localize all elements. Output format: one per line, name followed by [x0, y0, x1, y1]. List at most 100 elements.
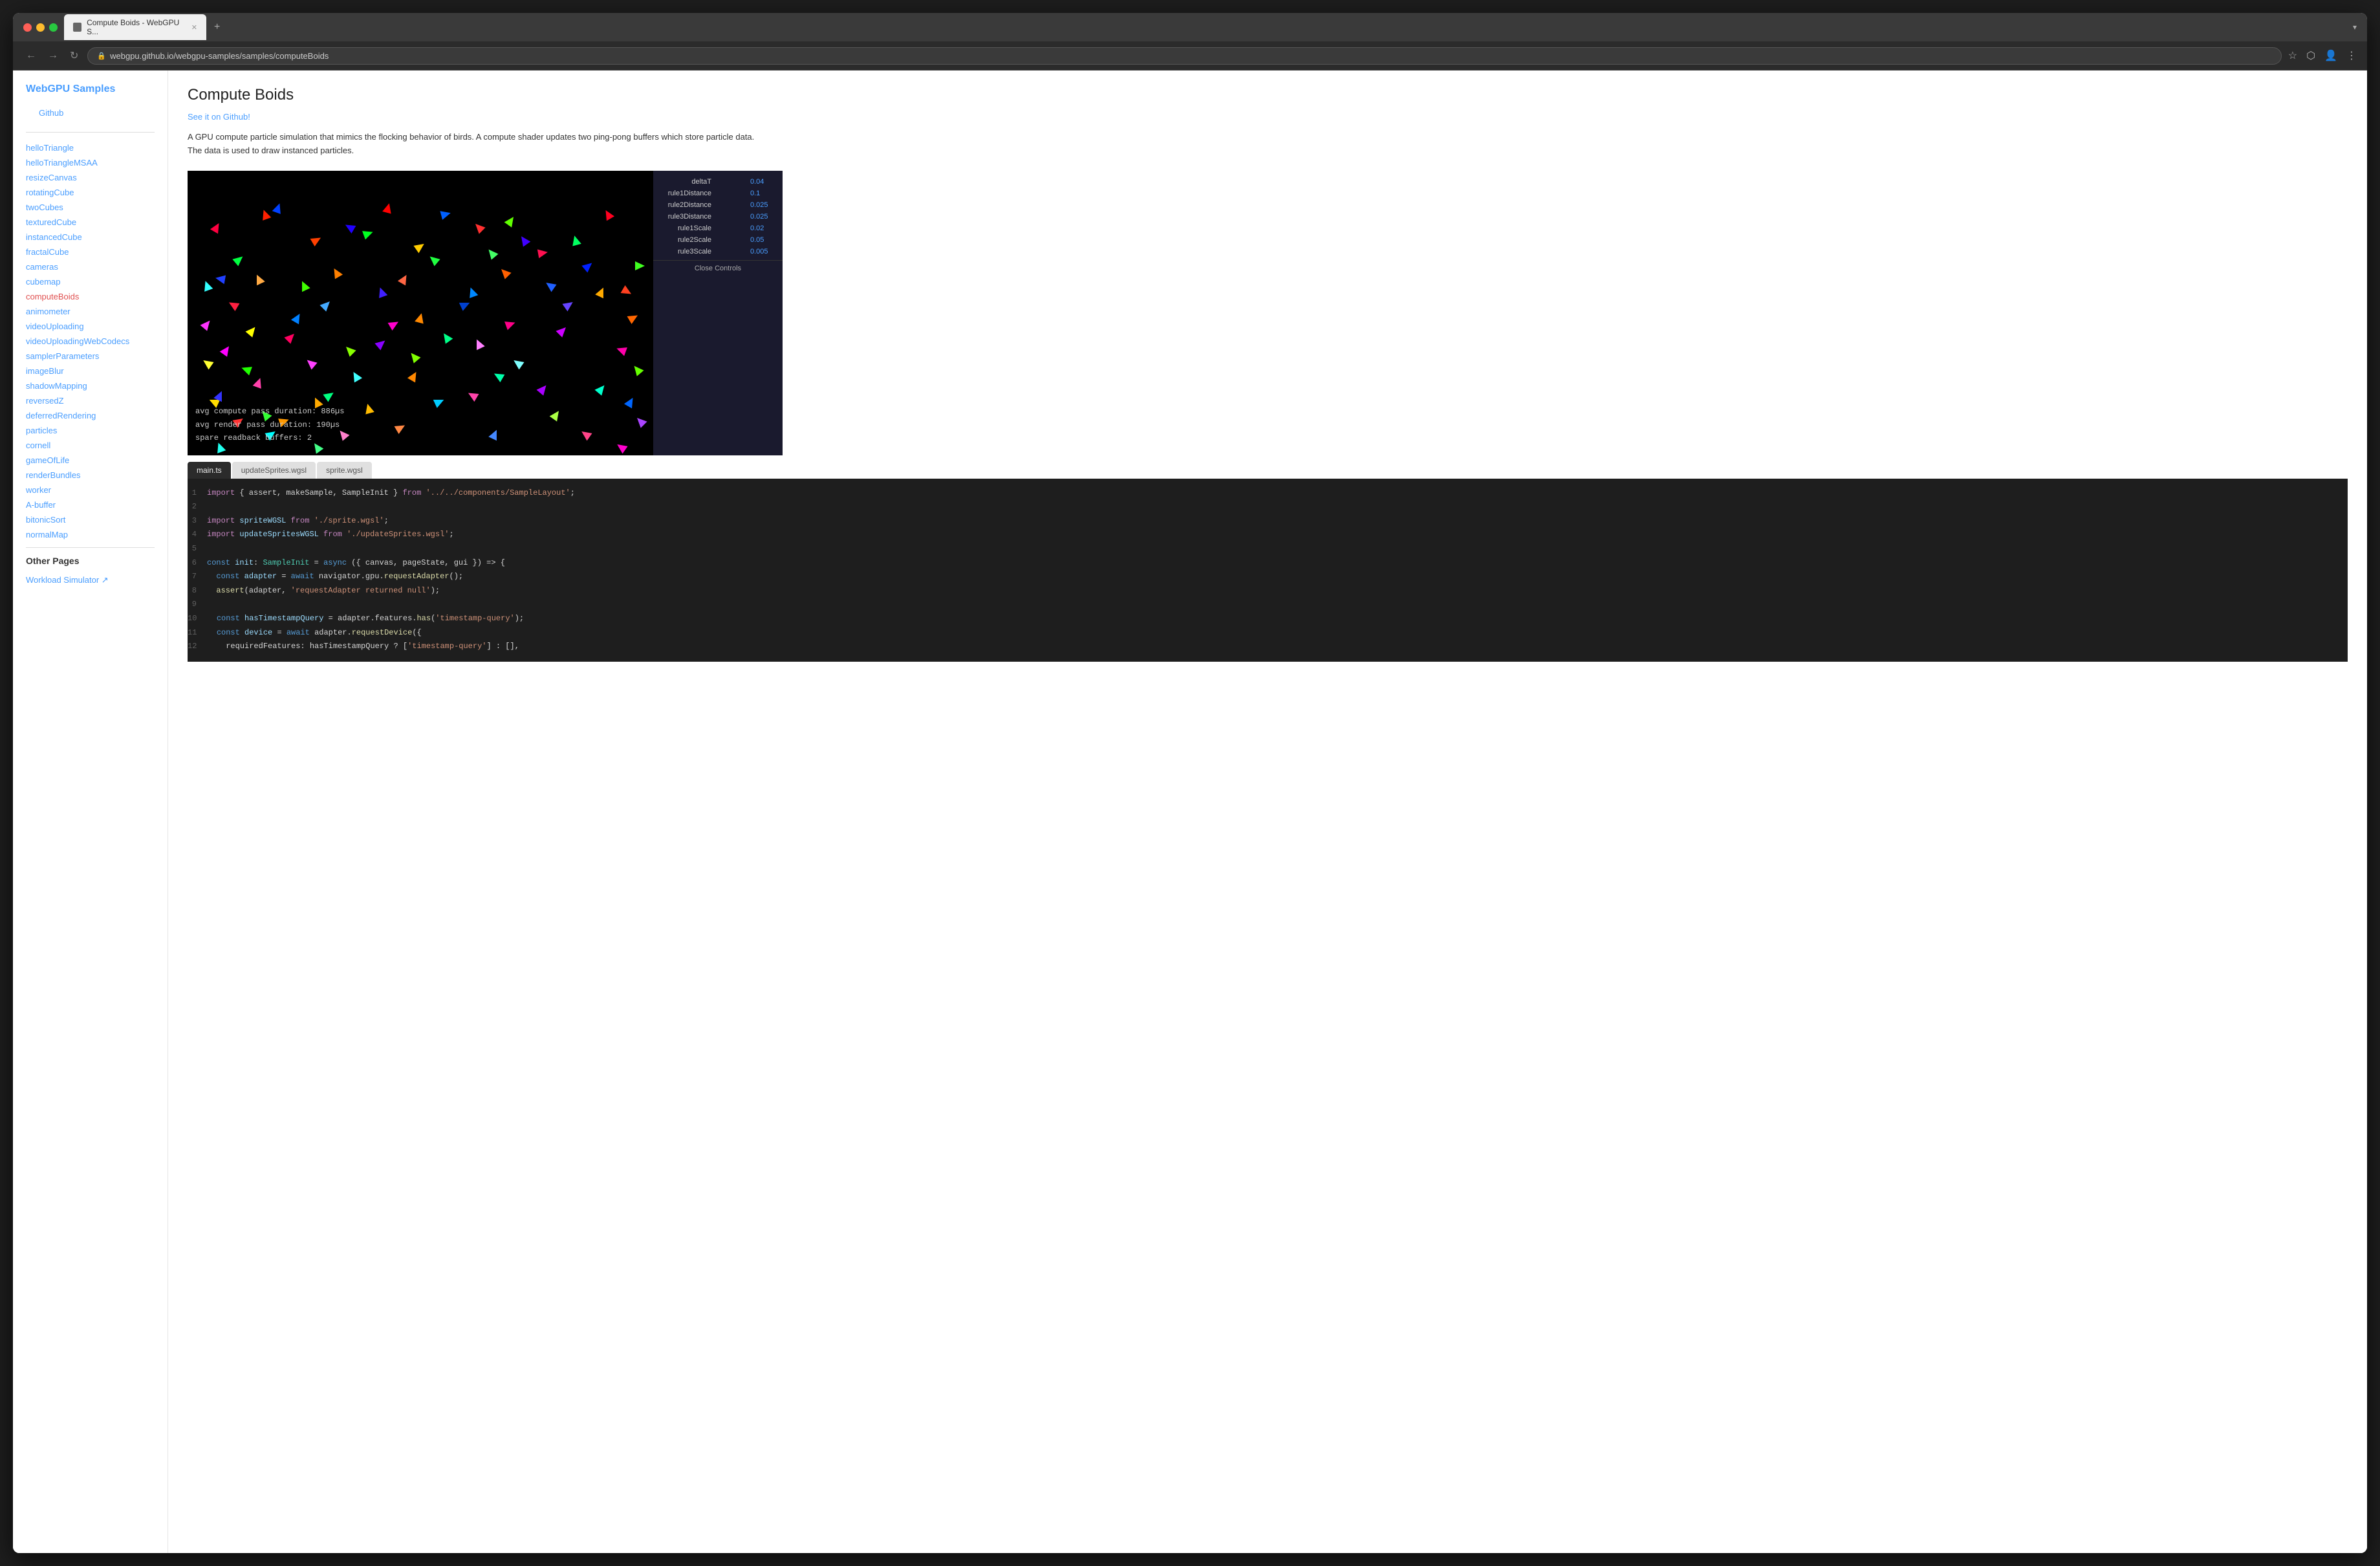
sidebar-item-cameras[interactable]: cameras	[13, 259, 168, 274]
sidebar-github-section: Github	[13, 105, 168, 127]
tab-close-button[interactable]: ✕	[191, 23, 197, 32]
code-line-4: 4 import updateSpritesWGSL from './updat…	[188, 528, 2348, 542]
control-row-rule3Scale: rule3Scale 0.005	[653, 246, 783, 257]
code-content-4: import updateSpritesWGSL from './updateS…	[207, 528, 454, 542]
sidebar-nav: helloTriangle helloTriangleMSAA resizeCa…	[13, 140, 168, 542]
sidebar-item-worker[interactable]: worker	[13, 483, 168, 497]
sidebar-item-helloTriangleMSAA[interactable]: helloTriangleMSAA	[13, 155, 168, 170]
sidebar-item-cornell[interactable]: cornell	[13, 438, 168, 453]
sidebar-item-A-buffer[interactable]: A-buffer	[13, 497, 168, 512]
rule1Scale-value[interactable]: 0.02	[750, 224, 776, 232]
tab-label: Compute Boids - WebGPU S...	[87, 18, 186, 36]
sidebar-item-gameOfLife[interactable]: gameOfLife	[13, 453, 168, 468]
sidebar-item-normalMap[interactable]: normalMap	[13, 527, 168, 542]
address-bar[interactable]: 🔒 webgpu.github.io/webgpu-samples/sample…	[87, 47, 2281, 65]
minimize-window-button[interactable]	[36, 23, 45, 32]
render-pass-stat: avg render pass duration: 190µs	[195, 419, 344, 431]
sidebar-divider	[26, 132, 155, 133]
profile-icon[interactable]: 👤	[2324, 49, 2337, 62]
code-tab-updateSprites[interactable]: updateSprites.wgsl	[232, 462, 316, 479]
sidebar-item-twoCubes[interactable]: twoCubes	[13, 200, 168, 215]
line-num-11: 11	[188, 626, 207, 640]
control-row-rule3Distance: rule3Distance 0.025	[653, 211, 783, 223]
sidebar-item-renderBundles[interactable]: renderBundles	[13, 468, 168, 483]
rule3Distance-value[interactable]: 0.025	[750, 213, 776, 221]
code-line-9: 9	[188, 598, 2348, 612]
rule2Distance-value[interactable]: 0.025	[750, 201, 776, 209]
back-button[interactable]: ←	[23, 47, 39, 64]
code-block: 1 import { assert, makeSample, SampleIni…	[188, 479, 2348, 662]
close-controls-button[interactable]: Close Controls	[653, 260, 783, 276]
sidebar-item-samplerParameters[interactable]: samplerParameters	[13, 349, 168, 364]
sidebar-item-deferredRendering[interactable]: deferredRendering	[13, 408, 168, 423]
dropdown-icon[interactable]: ▾	[2353, 23, 2357, 32]
sidebar-item-rotatingCube[interactable]: rotatingCube	[13, 185, 168, 200]
control-row-deltaT: deltaT 0.04	[653, 176, 783, 188]
sidebar-item-fractalCube[interactable]: fractalCube	[13, 245, 168, 259]
reload-button[interactable]: ↻	[67, 47, 81, 65]
sidebar: WebGPU Samples Github helloTriangle hell…	[13, 71, 168, 1553]
close-window-button[interactable]	[23, 23, 32, 32]
active-tab[interactable]: Compute Boids - WebGPU S... ✕	[64, 14, 206, 40]
controls-panel: deltaT 0.04 rule1Distance 0.1 rule2Dista…	[653, 171, 783, 455]
new-tab-button[interactable]: +	[209, 19, 225, 36]
rule2Scale-value[interactable]: 0.05	[750, 236, 776, 244]
menu-icon[interactable]: ⋮	[2346, 49, 2357, 62]
maximize-window-button[interactable]	[49, 23, 58, 32]
sidebar-item-particles[interactable]: particles	[13, 423, 168, 438]
sidebar-item-shadowMapping[interactable]: shadowMapping	[13, 378, 168, 393]
rule3Distance-label: rule3Distance	[660, 213, 711, 221]
browser-outer: Compute Boids - WebGPU S... ✕ + ▾ ← → ↻ …	[0, 0, 2380, 1566]
rule1Distance-value[interactable]: 0.1	[750, 190, 776, 197]
sidebar-item-bitonicSort[interactable]: bitonicSort	[13, 512, 168, 527]
sidebar-github-link[interactable]: Github	[26, 105, 155, 120]
sidebar-title[interactable]: WebGPU Samples	[13, 83, 168, 105]
canvas-wrapper: avg compute pass duration: 886µs avg ren…	[188, 171, 653, 455]
code-line-6: 6 const init: SampleInit = async ({ canv…	[188, 556, 2348, 571]
sidebar-item-reversedZ[interactable]: reversedZ	[13, 393, 168, 408]
bookmark-icon[interactable]: ☆	[2288, 49, 2297, 62]
code-line-5: 5	[188, 542, 2348, 556]
deltaT-label: deltaT	[660, 178, 711, 186]
rule3Scale-value[interactable]: 0.005	[750, 248, 776, 256]
sidebar-workload-simulator-link[interactable]: Workload Simulator ↗	[13, 572, 168, 588]
sidebar-item-animometer[interactable]: animometer	[13, 304, 168, 319]
code-tab-sprite[interactable]: sprite.wgsl	[317, 462, 372, 479]
control-row-rule2Distance: rule2Distance 0.025	[653, 199, 783, 211]
deltaT-value[interactable]: 0.04	[750, 178, 776, 186]
line-num-8: 8	[188, 584, 207, 598]
code-section: main.ts updateSprites.wgsl sprite.wgsl 1…	[188, 462, 2348, 662]
sidebar-item-imageBlur[interactable]: imageBlur	[13, 364, 168, 378]
sidebar-item-instancedCube[interactable]: instancedCube	[13, 230, 168, 245]
sidebar-item-resizeCanvas[interactable]: resizeCanvas	[13, 170, 168, 185]
line-num-7: 7	[188, 570, 207, 584]
sidebar-item-videoUploading[interactable]: videoUploading	[13, 319, 168, 334]
extensions-icon[interactable]: ⬡	[2306, 49, 2315, 62]
line-num-5: 5	[188, 542, 207, 556]
github-link[interactable]: See it on Github!	[188, 112, 2348, 122]
sidebar-item-computeBoids[interactable]: computeBoids	[13, 289, 168, 304]
line-num-6: 6	[188, 556, 207, 571]
tab-bar: Compute Boids - WebGPU S... ✕ +	[64, 14, 2346, 40]
stats-overlay: avg compute pass duration: 886µs avg ren…	[195, 405, 344, 444]
code-line-2: 2	[188, 500, 2348, 514]
control-row-rule2Scale: rule2Scale 0.05	[653, 234, 783, 246]
description: A GPU compute particle simulation that m…	[188, 131, 770, 158]
compute-pass-stat: avg compute pass duration: 886µs	[195, 405, 344, 418]
control-row-rule1Distance: rule1Distance 0.1	[653, 188, 783, 199]
sidebar-item-helloTriangle[interactable]: helloTriangle	[13, 140, 168, 155]
sidebar-item-cubemap[interactable]: cubemap	[13, 274, 168, 289]
code-line-12: 12 requiredFeatures: hasTimestampQuery ?…	[188, 640, 2348, 654]
line-num-1: 1	[188, 486, 207, 501]
sidebar-item-videoUploadingWebCodecs[interactable]: videoUploadingWebCodecs	[13, 334, 168, 349]
sidebar-item-texturedCube[interactable]: texturedCube	[13, 215, 168, 230]
toolbar-right: ▾	[2353, 23, 2357, 32]
code-content-12: requiredFeatures: hasTimestampQuery ? ['…	[207, 640, 519, 654]
code-tab-main-ts[interactable]: main.ts	[188, 462, 231, 479]
line-num-2: 2	[188, 500, 207, 514]
forward-button[interactable]: →	[45, 47, 61, 64]
line-num-12: 12	[188, 640, 207, 654]
rule2Scale-label: rule2Scale	[660, 236, 711, 244]
page-title: Compute Boids	[188, 86, 2348, 104]
line-num-9: 9	[188, 598, 207, 612]
